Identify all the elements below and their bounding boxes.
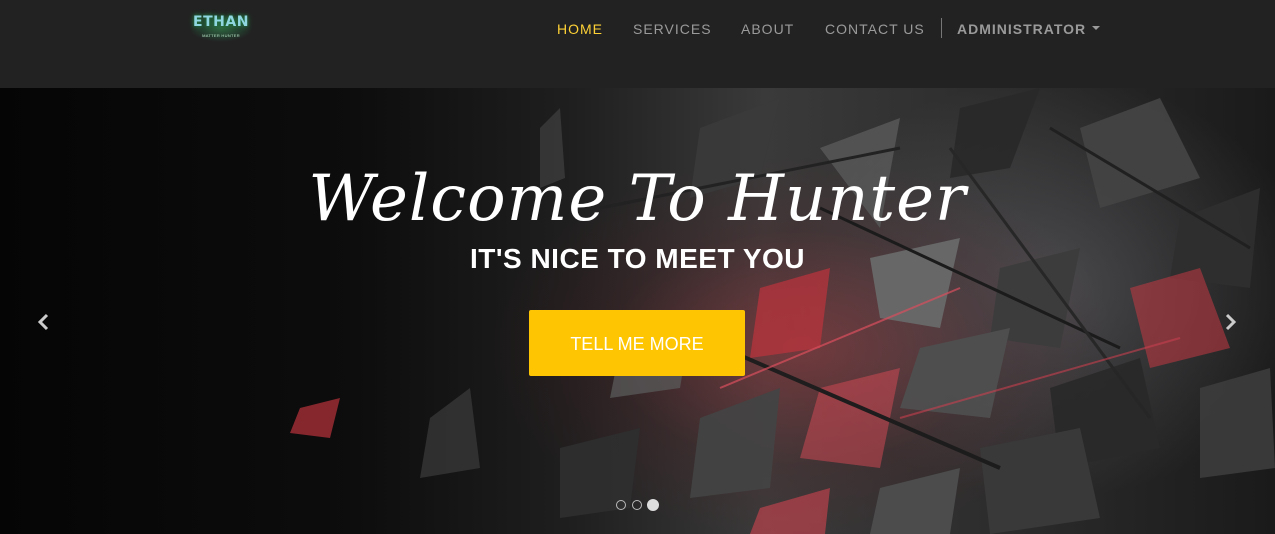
hero-subtitle: IT'S NICE TO MEET YOU — [469, 243, 806, 274]
brand-logo[interactable]: ETHAN MATTER HUNTER — [187, 10, 255, 46]
hero-carousel: Welcome To Hunter IT'S NICE TO MEET YOU … — [0, 88, 1275, 534]
carousel-prev-button[interactable] — [32, 310, 56, 334]
tell-me-more-button[interactable]: TELL ME MORE — [529, 310, 745, 376]
nav-contact-us[interactable]: CONTACT US — [825, 21, 925, 37]
carousel-indicator-1[interactable] — [616, 500, 626, 510]
carousel-indicator-3[interactable] — [647, 499, 659, 511]
user-menu-label: ADMINISTRATOR — [957, 21, 1087, 37]
nav-about[interactable]: ABOUT — [741, 21, 794, 37]
chevron-left-icon — [37, 313, 49, 331]
carousel-indicator-2[interactable] — [632, 500, 642, 510]
caret-down-icon — [1092, 26, 1101, 31]
hero-title: Welcome To Hunter — [308, 162, 967, 236]
nav-divider — [941, 18, 942, 38]
carousel-next-button[interactable] — [1218, 310, 1242, 334]
chevron-right-icon — [1225, 313, 1237, 331]
nav-services[interactable]: SERVICES — [633, 21, 712, 37]
nav-home[interactable]: HOME — [557, 21, 603, 37]
navbar: ETHAN MATTER HUNTER HOME SERVICES ABOUT … — [0, 0, 1275, 88]
logo-text: ETHAN — [193, 14, 249, 30]
user-menu-dropdown[interactable]: ADMINISTRATOR — [957, 21, 1101, 37]
logo-subtext: MATTER HUNTER — [202, 33, 240, 38]
